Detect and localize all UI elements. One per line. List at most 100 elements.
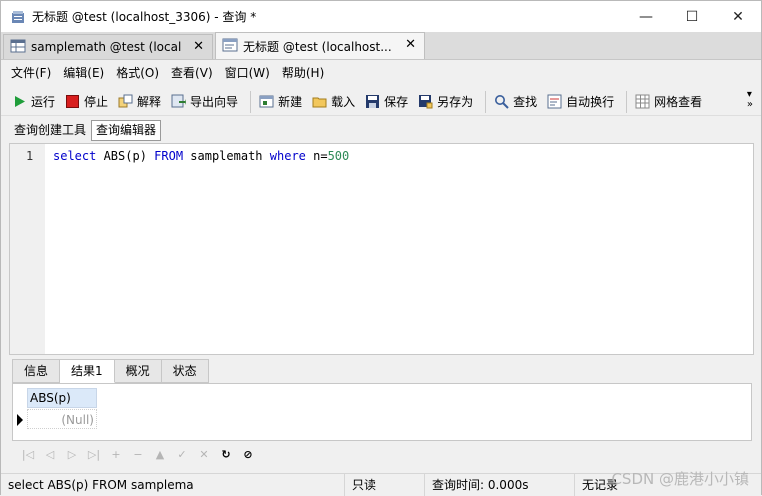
tab-query-builder[interactable]: 查询创建工具 [9,120,91,141]
doc-tab-label: 无标题 @test (localhost... [243,39,392,54]
cancel-icon[interactable]: ✕ [193,448,215,461]
grid-cell[interactable]: (Null) [27,409,97,429]
doc-tab-query[interactable]: 无标题 @test (localhost... ✕ [215,32,425,59]
toolbar: 运行 停止 解释 导出向导 新建 载入 保存 另存为 查找 自动换行 网格查看 … [1,88,761,116]
watermark: CSDN @鹿港小小镇 [611,470,749,488]
line-gutter [10,144,45,354]
word-wrap-button[interactable]: 自动换行 [544,90,619,114]
close-tab-icon[interactable]: ✕ [405,37,416,52]
code-number: 500 [327,149,350,163]
search-icon [494,94,509,109]
status-sql: select ABS(p) FROM samplema [1,473,345,496]
prev-record-icon[interactable]: ◁ [39,448,61,461]
code-table: samplemath [183,149,270,163]
menu-window[interactable]: 窗口(W) [219,63,276,84]
menu-help[interactable]: 帮助(H) [276,63,330,84]
find-button[interactable]: 查找 [491,90,542,114]
doc-tab-label: samplemath @test (local... [31,40,181,54]
word-wrap-icon [547,94,562,109]
find-label: 查找 [513,95,538,109]
stop-label: 停止 [84,95,109,109]
close-tab-icon[interactable]: ✕ [193,39,204,54]
last-record-icon[interactable]: ▷| [83,448,105,461]
explain-button[interactable]: 解释 [115,90,166,114]
keyword-select: select [53,149,97,163]
keyword-where: where [269,149,306,163]
toolbar-separator [250,90,252,113]
export-icon [171,94,187,109]
line-number: 1 [26,149,34,163]
play-icon [12,94,27,109]
stop-refresh-icon[interactable]: ⊘ [237,448,259,461]
toolbar-separator [626,90,628,113]
run-label: 运行 [31,95,56,109]
stop-button[interactable]: 停止 [62,90,113,114]
window-title: 无标题 @test (localhost_3306) - 查询 * [32,10,257,24]
tab-query-editor[interactable]: 查询编辑器 [91,120,162,141]
menu-bar: 文件(F) 编辑(E) 格式(O) 查看(V) 窗口(W) 帮助(H) [1,61,761,86]
maximize-button[interactable]: ☐ [669,1,715,32]
save-as-icon [418,94,433,109]
save-label: 保存 [384,95,409,109]
explain-label: 解释 [137,95,162,109]
delete-record-icon[interactable]: − [127,448,149,461]
apply-icon[interactable]: ✓ [171,448,193,461]
refresh-icon[interactable]: ↻ [215,448,237,461]
mode-tabs: 查询创建工具 查询编辑器 [9,120,162,141]
edit-record-icon[interactable]: ▲ [149,448,171,461]
title-bar: 无标题 @test (localhost_3306) - 查询 * — ☐ ✕ [1,1,761,32]
grid-view-button[interactable]: 网格查看 [632,90,707,114]
grid-view-label: 网格查看 [654,95,703,109]
toolbar-overflow-icon[interactable]: ▾» [747,90,753,110]
stop-icon [65,94,80,109]
menu-view[interactable]: 查看(V) [165,63,219,84]
first-record-icon[interactable]: |◁ [17,448,39,461]
save-icon [365,94,380,109]
column-header[interactable]: ABS(p) [27,388,97,408]
code-condition: n= [305,149,328,163]
record-navigator: |◁ ◁ ▷ ▷| + − ▲ ✓ ✕ ↻ ⊘ [17,446,259,462]
export-wizard-label: 导出向导 [190,95,239,109]
folder-icon [312,94,327,109]
close-window-button[interactable]: ✕ [715,1,761,32]
explain-icon [118,94,133,109]
export-wizard-button[interactable]: 导出向导 [168,90,243,114]
tab-profile[interactable]: 概况 [114,359,162,383]
sql-editor[interactable]: 1 select ABS(p) FROM samplemath where n=… [9,143,754,355]
code-expr: ABS(p) [96,149,155,163]
save-button[interactable]: 保存 [362,90,413,114]
toolbar-separator [485,90,487,113]
document-tab-strip: samplemath @test (local... ✕ 无标题 @test (… [1,32,761,60]
run-button[interactable]: 运行 [9,90,60,114]
status-readonly: 只读 [345,473,425,496]
result-grid[interactable]: ABS(p) (Null) [12,383,752,441]
load-label: 载入 [331,95,356,109]
menu-file[interactable]: 文件(F) [5,63,57,84]
keyword-from: FROM [154,149,184,163]
current-row-icon [17,414,23,426]
word-wrap-label: 自动换行 [566,95,615,109]
doc-tab-samplemath[interactable]: samplemath @test (local... ✕ [3,34,213,59]
grid-icon [635,94,650,109]
new-button[interactable]: 新建 [256,90,307,114]
query-icon [222,38,238,55]
save-as-label: 另存为 [437,95,474,109]
app-icon [10,9,26,25]
result-tabs: 信息 结果1 概况 状态 [12,359,209,383]
table-icon [10,39,26,56]
app-window: 无标题 @test (localhost_3306) - 查询 * — ☐ ✕ … [0,0,762,496]
tab-result1[interactable]: 结果1 [60,359,115,383]
menu-edit[interactable]: 编辑(E) [57,63,110,84]
tab-info[interactable]: 信息 [12,359,61,383]
code-line[interactable]: select ABS(p) FROM samplemath where n=50… [53,149,349,163]
add-record-icon[interactable]: + [105,448,127,461]
new-query-icon [259,94,274,109]
load-button[interactable]: 载入 [309,90,360,114]
menu-format[interactable]: 格式(O) [110,63,165,84]
tab-status[interactable]: 状态 [161,359,209,383]
status-query-time: 查询时间: 0.000s [425,473,575,496]
new-label: 新建 [278,95,303,109]
save-as-button[interactable]: 另存为 [415,90,478,114]
next-record-icon[interactable]: ▷ [61,448,83,461]
minimize-button[interactable]: — [623,1,669,32]
